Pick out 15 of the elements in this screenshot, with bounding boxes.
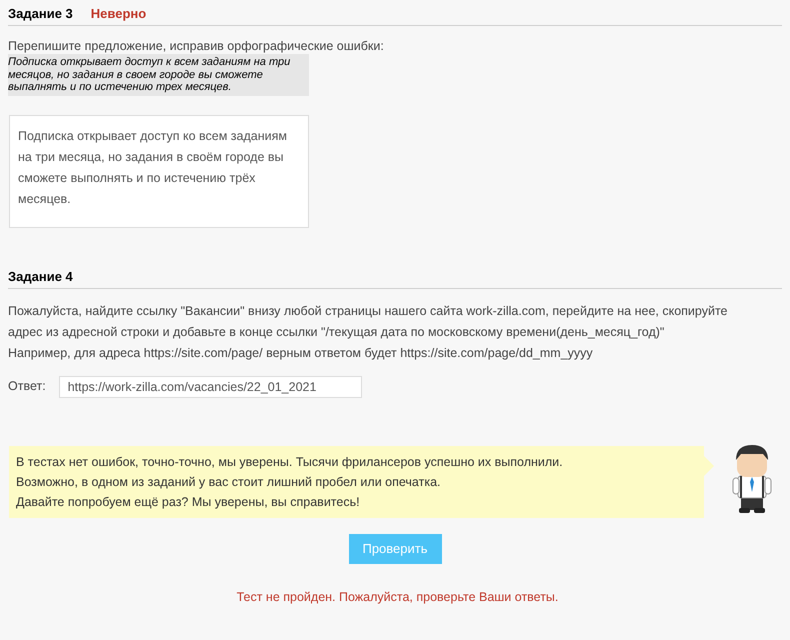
- task-status: Неверно: [90, 5, 146, 23]
- result-message: Тест не пройден. Пожалуйста, проверьте Ваши ответы.: [236, 588, 560, 606]
- instruction-text: Пожалуйста, найдите ссылку "Вакансии" внизу любой страницы нашего сайта work-zilla.com, перейдите на нее, скопируйте: [8, 302, 728, 320]
- task-title: Задание 4: [8, 268, 73, 286]
- task-prompt: Перепишите предложение, исправив орфографические ошибки:: [8, 38, 385, 54]
- source-sentence: Подписка открывает доступ к всем заданиям на три месяцов, но задания в своем городе вы сможете выпалнять и по истечению трех месяцев.: [8, 54, 309, 96]
- answer-box[interactable]: Подписка открывает доступ ко всем заданиям на три месяца, но задания в своём городе вы сможете выполнять и по истечению трёх месяцев.: [9, 114, 309, 228]
- instruction-text: Например, для адреса https://site.com/page/ верным ответом будет https://site.com/page/dd_mm_yyyy: [8, 344, 594, 362]
- answer-field[interactable]: https://work-zilla.com/vacancies/22_01_2021: [58, 376, 362, 398]
- notice-text: Возможно, в одном из заданий у вас стоит лишний пробел или опечатка.: [16, 474, 442, 491]
- task-title: Задание 3: [8, 5, 73, 23]
- notice-text: В тестах нет ошибок, точно-точно, мы уверены. Тысячи фрилансеров успешно их выполнили.: [16, 454, 564, 471]
- answer-label: Ответ:: [8, 378, 46, 396]
- notice-text: Давайте попробуем ещё раз? Мы уверены, вы справитесь!: [16, 494, 361, 511]
- instruction-text: адрес из адресной строки и добавьте в конце ссылки "/текущая дата по московскому времени(день_месяц_год)": [8, 324, 666, 341]
